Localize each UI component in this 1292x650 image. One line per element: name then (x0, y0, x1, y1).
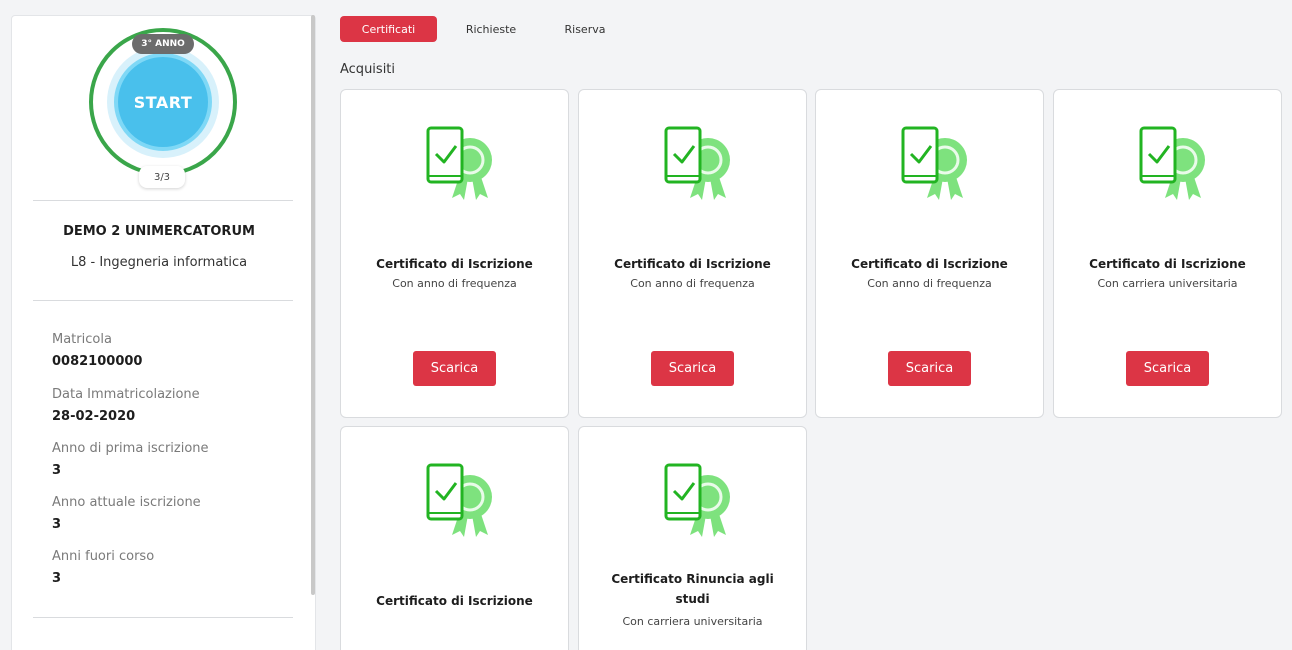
student-name: DEMO 2 UNIMERCATORUM (63, 224, 255, 239)
year-badge: 3° ANNO (132, 34, 194, 54)
certificate-icon (664, 126, 732, 201)
download-button[interactable]: Scarica (651, 351, 734, 386)
card-subtitle: Con carriera universitaria (622, 615, 763, 628)
matricola-label: Matricola (52, 332, 112, 347)
download-button[interactable]: Scarica (413, 351, 496, 386)
attuale-iscrizione-label: Anno attuale iscrizione (52, 495, 201, 510)
immatricolazione-value: 28-02-2020 (52, 409, 136, 424)
card-title: Certificato di Iscrizione (376, 594, 533, 608)
download-button[interactable]: Scarica (1126, 351, 1209, 386)
card-subtitle: Con carriera universitaria (1097, 277, 1238, 290)
certificate-icon (1139, 126, 1207, 201)
certificate-icon (901, 126, 969, 201)
fuori-corso-value: 3 (52, 571, 62, 586)
certificate-card: Certificato Rinuncia agli studi Con carr… (578, 426, 807, 650)
certificate-card: Certificato di Iscrizione (340, 426, 569, 650)
certificate-icon (664, 463, 732, 538)
card-subtitle: Con anno di frequenza (867, 277, 992, 290)
divider (33, 617, 293, 618)
card-title: Certificato di Iscrizione (614, 257, 771, 271)
card-title: Certificato di Iscrizione (851, 257, 1008, 271)
section-title: Acquisiti (340, 62, 396, 77)
certificate-icon (426, 126, 494, 201)
matricola-value: 0082100000 (52, 354, 143, 369)
divider (33, 200, 293, 201)
divider (33, 300, 293, 301)
card-title: Certificato di Iscrizione (376, 257, 533, 271)
sidebar-scrollbar[interactable] (311, 15, 315, 595)
certificate-card: Certificato di Iscrizione Con anno di fr… (815, 89, 1044, 418)
student-course: L8 - Ingegneria informatica (70, 255, 248, 270)
prima-iscrizione-value: 3 (52, 463, 62, 478)
certificate-card: Certificato di Iscrizione Con anno di fr… (340, 89, 569, 418)
attuale-iscrizione-value: 3 (52, 517, 62, 532)
card-title: Certificato Rinuncia agli studi (611, 572, 774, 606)
prima-iscrizione-label: Anno di prima iscrizione (52, 441, 209, 456)
card-subtitle: Con anno di frequenza (392, 277, 517, 290)
tab-riserva[interactable]: Riserva (552, 16, 618, 42)
fuori-corso-label: Anni fuori corso (52, 549, 155, 564)
card-subtitle: Con anno di frequenza (630, 277, 755, 290)
year-progress-widget: START 3° ANNO 3/3 (79, 20, 239, 190)
certificate-card: Certificato di Iscrizione Con anno di fr… (578, 89, 807, 418)
tab-certificati[interactable]: Certificati (340, 16, 437, 42)
progress-count-badge: 3/3 (139, 166, 185, 188)
certificate-card: Certificato di Iscrizione Con carriera u… (1053, 89, 1282, 418)
tab-richieste[interactable]: Richieste (450, 16, 532, 42)
card-title: Certificato di Iscrizione (1089, 257, 1246, 271)
certificate-icon (426, 463, 494, 538)
immatricolazione-label: Data Immatricolazione (52, 387, 200, 402)
download-button[interactable]: Scarica (888, 351, 971, 386)
start-button[interactable]: START (114, 53, 212, 151)
